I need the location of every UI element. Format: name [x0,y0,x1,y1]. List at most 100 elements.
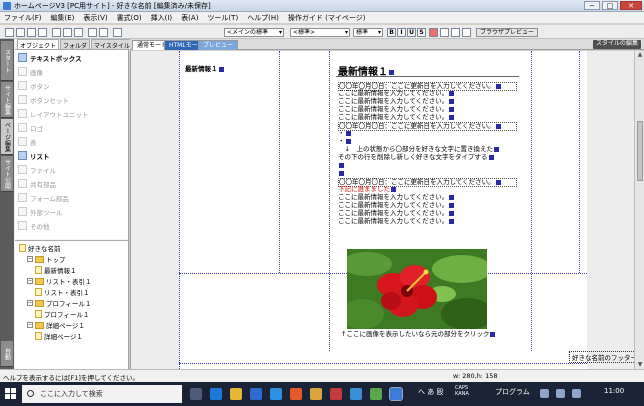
taskbar-search-input[interactable]: ここに入力して検索 [22,385,182,403]
part-item[interactable]: 外部ツール [18,206,63,217]
part-item[interactable]: 共有部品 [18,178,56,189]
app-icon-1[interactable] [330,388,342,400]
image-caption[interactable]: ↑ここに画像を表示したいなら元の部分をクリック [341,331,496,338]
part-item[interactable]: その他 [18,220,50,231]
tab-my-style[interactable]: マイスタイル [91,39,133,50]
font-select[interactable]: <標準> [290,28,350,37]
menu-view[interactable]: 表示(V) [83,13,107,23]
print-icon[interactable] [38,28,47,37]
vtab-start[interactable]: スタート [1,41,13,81]
part-item[interactable]: ボタン [18,80,50,91]
app-icon-3[interactable] [370,388,382,400]
link-icon[interactable] [113,28,122,37]
menu-table[interactable]: 表(A) [181,13,198,23]
scroll-thumb[interactable] [637,121,643,181]
content-line[interactable]: 下記に誰まました [338,186,396,193]
content-line[interactable]: その下の行を削除し新しく好きな文字をタイプする [338,154,494,161]
paste-icon[interactable] [74,28,83,37]
new-page-icon[interactable] [5,28,14,37]
hibiscus-photo[interactable] [347,249,487,329]
tree-node[interactable]: 詳細ページ１ [35,331,83,341]
save-icon[interactable] [27,28,36,37]
tree-node[interactable]: − 詳細ページ１ [27,320,85,330]
content-line[interactable]: ここに最新情報を入力してください。 [338,90,455,97]
notification-icon[interactable] [572,389,581,398]
content-line[interactable]: ここに最新情報を入力してください。 [338,106,455,113]
vtab-page-edit[interactable]: ページ編集 [1,119,13,155]
text-color-icon[interactable] [429,28,438,37]
collapse-toggle-icon[interactable]: − [27,322,33,328]
cut-icon[interactable] [52,28,61,37]
photos-icon[interactable] [310,388,322,400]
editor-canvas[interactable]: 最新情報１ 最新情報１ 〇〇年〇月〇日：ここに更新日を入力してください。 ここに最… [130,51,640,369]
italic-button[interactable]: I [397,28,406,37]
vertical-scrollbar[interactable]: ▲ ▼ [634,51,644,369]
minimize-button[interactable]: − [584,1,600,10]
office-icon[interactable] [290,388,302,400]
redo-icon[interactable] [99,28,108,37]
content-line[interactable]: ここに最新情報を入力してください。 [338,202,455,209]
underline-button[interactable]: U [407,28,416,37]
part-item[interactable]: フォーム部品 [18,192,69,203]
part-item[interactable]: 画像 [18,66,43,77]
menu-file[interactable]: ファイル(F) [4,13,42,23]
tree-node[interactable]: 好きな名前 [19,243,61,253]
menu-help[interactable]: ヘルプ(H) [247,13,279,23]
menu-insert[interactable]: 挿入(I) [151,13,173,23]
content-line[interactable]: ・ [338,138,351,145]
content-line[interactable] [338,170,344,177]
copy-icon[interactable] [63,28,72,37]
tree-node[interactable]: − リスト・表引１ [27,276,92,286]
footer-label[interactable]: 好きな名前のフッター [569,351,640,363]
edge-icon[interactable] [210,388,222,400]
mail-icon[interactable] [270,388,282,400]
menu-guide[interactable]: 操作ガイド (マイページ) [288,13,366,23]
size-select[interactable]: 標準 [353,28,383,37]
part-item[interactable]: レイアウトユニット [18,108,89,119]
tab-objects[interactable]: オブジェクト [17,39,60,50]
menu-edit[interactable]: 編集(E) [51,13,75,23]
app-icon-2[interactable] [350,388,362,400]
tree-node[interactable]: − トップ [27,254,66,264]
align-left-icon[interactable] [440,28,449,37]
page-canvas[interactable]: 最新情報１ 最新情報１ 〇〇年〇月〇日：ここに更新日を入力してください。 ここに最… [179,51,640,369]
collapse-toggle-icon[interactable]: − [27,278,33,284]
menu-format[interactable]: 書式(O) [117,13,142,23]
content-line[interactable]: ここに最新情報を入力してください。 [338,194,455,201]
align-center-icon[interactable] [451,28,460,37]
tray-program-label[interactable]: プログラム [495,387,530,397]
part-item[interactable]: リスト [18,150,50,161]
content-line[interactable]: ここに最新情報を入力してください。 [338,114,455,121]
explorer-icon[interactable] [230,388,242,400]
content-line[interactable]: ・ [338,130,351,137]
maximize-button[interactable]: □ [602,1,618,10]
content-line[interactable]: ここに最新情報を入力してください。 [338,210,455,217]
task-view-icon[interactable] [190,388,202,400]
browser-preview-button[interactable]: ブラウザプレビュー [476,28,539,37]
vtab-site-publish[interactable]: サイト公開 [1,156,13,192]
content-line[interactable]: ↓ 上の状態から〇部分を好きな文字に置き換えた [338,146,499,153]
vtab-auto[interactable]: 自動 [1,341,13,367]
volume-icon[interactable] [556,389,565,398]
edit-style-button[interactable]: スタイルの編集 [592,40,641,49]
part-item[interactable]: ボタンセット [18,94,69,105]
open-icon[interactable] [16,28,25,37]
align-right-icon[interactable] [462,28,471,37]
tab-preview[interactable]: プレビュー [198,40,239,50]
network-icon[interactable] [540,389,549,398]
style-select[interactable]: <メインの標準 [224,28,284,37]
windows-start-icon[interactable] [5,388,17,400]
strike-button[interactable]: S [417,28,426,37]
tree-node[interactable]: リスト・表引１ [35,287,90,297]
close-button[interactable]: ✕ [620,1,642,10]
taskbar-clock[interactable]: 11:00 [604,387,624,395]
vtab-site-edit[interactable]: サイト編集 [1,82,13,118]
scroll-down-icon[interactable]: ▼ [635,361,644,369]
menu-tools[interactable]: ツール(T) [207,13,238,23]
content-line[interactable]: ここに最新情報を入力してください。 [338,218,455,225]
undo-icon[interactable] [88,28,97,37]
tray-ime[interactable]: へ あ 殴 [418,387,443,397]
content-line[interactable]: 〇〇年〇月〇日：ここに更新日を入力してください。 [338,122,517,131]
part-item[interactable]: テキストボックス [18,52,82,63]
store-icon[interactable] [250,388,262,400]
